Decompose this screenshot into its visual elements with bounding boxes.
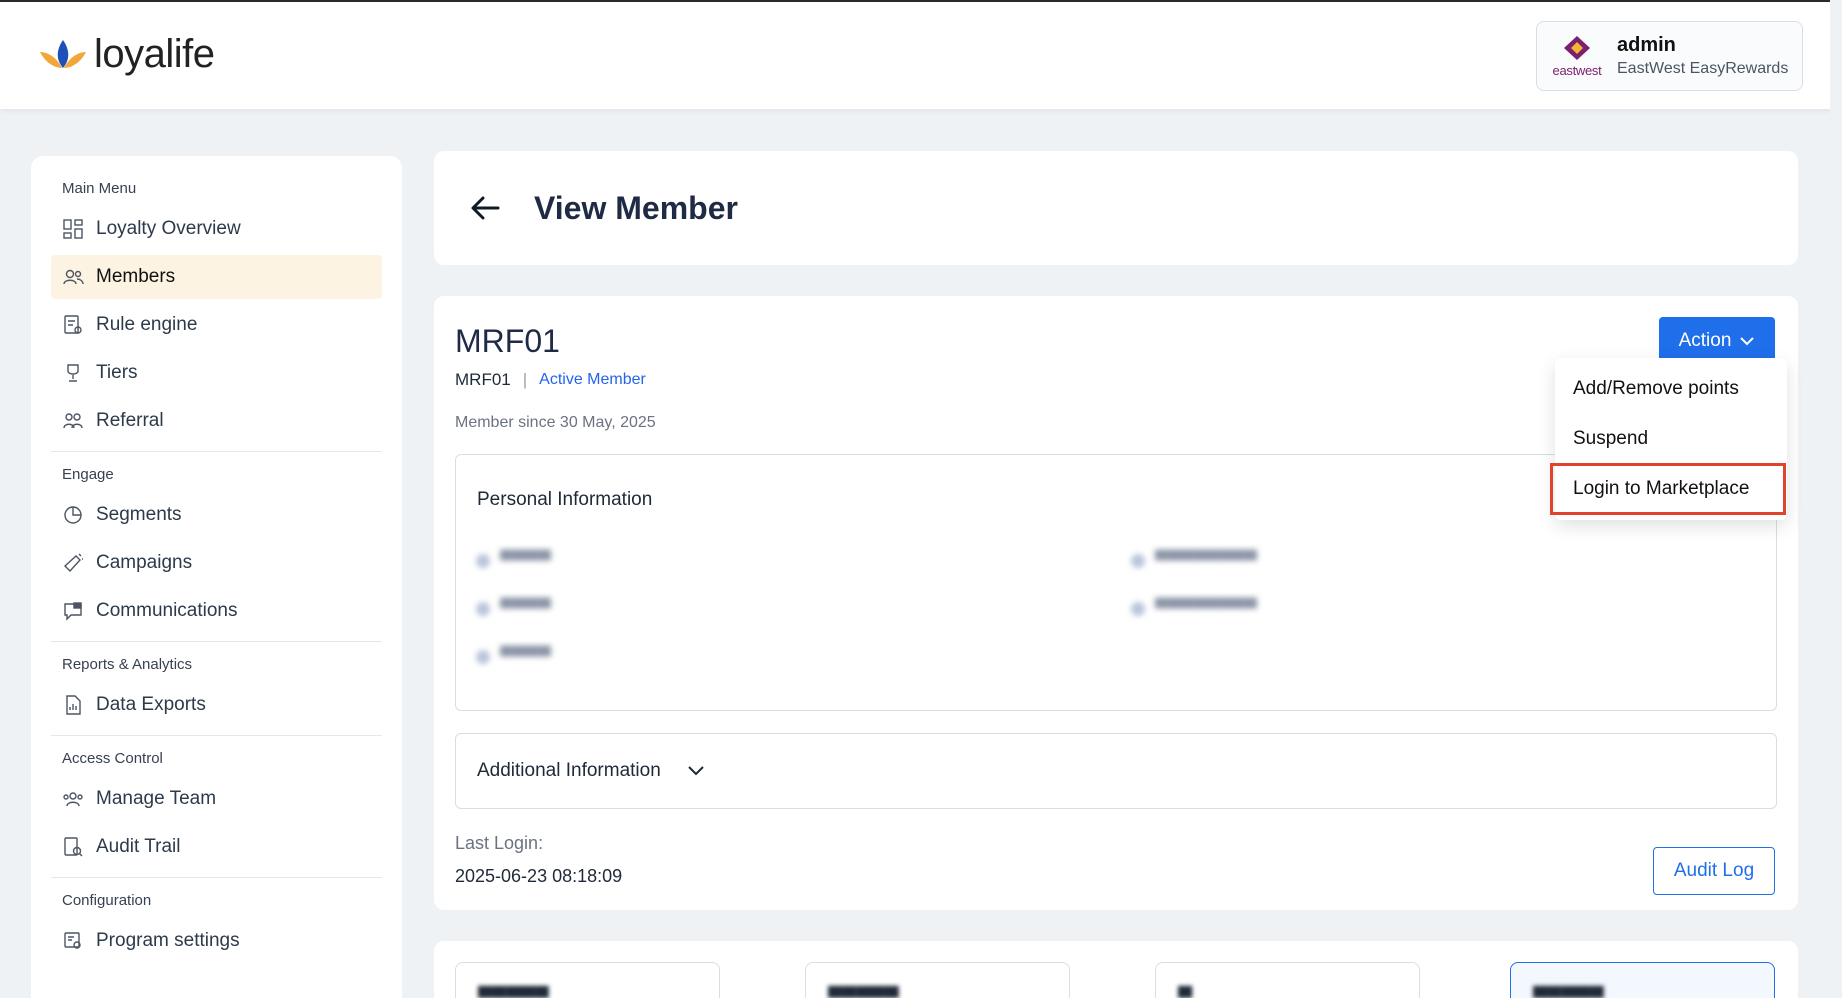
stat-card[interactable]: ▀▀▀▀▀ [455,962,720,998]
status-badge: Active Member [539,371,646,388]
page-header: View Member [434,151,1798,265]
settings-icon [62,930,84,952]
menu-item-add-remove-points[interactable]: Add/Remove points [1555,364,1787,414]
trophy-icon [62,362,84,384]
loyalife-logo[interactable]: loyalife [38,32,215,77]
audit-trail-icon [62,836,84,858]
sidebar-item-members[interactable]: Members [51,255,382,299]
section-title: Configuration [62,892,152,909]
file-chart-icon [62,694,84,716]
sidebar-item-tiers[interactable]: Tiers [51,351,382,395]
section-title: Engage [62,466,114,483]
sidebar-item-program-settings[interactable]: Program settings [51,919,382,963]
redacted-field: ▀▀▀▀ [476,550,551,571]
divider [51,735,382,736]
divider [51,877,382,878]
team-icon [62,788,84,810]
sidebar-item-label: Referral [96,410,164,431]
main-content: View Member MRF01 MRF01 | Active Member … [434,151,1798,998]
sidebar-item-label: Program settings [96,930,240,951]
sidebar-item-loyalty-overview[interactable]: Loyalty Overview [51,207,382,251]
account-switcher[interactable]: eastwest admin EastWest EasyRewards [1536,21,1803,91]
stats-panel: ▀▀▀▀▀ ▀▀▀▀▀ ▀ ▀▀▀▀▀ [434,941,1798,998]
pie-chart-icon [62,504,84,526]
member-card: MRF01 MRF01 | Active Member Member since… [434,296,1798,910]
menu-item-suspend[interactable]: Suspend [1555,414,1787,464]
sidebar-item-label: Manage Team [96,788,217,809]
referral-icon [62,410,84,432]
additional-information-title: Additional Information [477,760,661,781]
sidebar-item-label: Loyalty Overview [96,218,241,239]
sidebar-item-label: Rule engine [96,314,198,335]
sidebar-item-referral[interactable]: Referral [51,399,382,443]
stat-card[interactable]: ▀▀▀▀▀ [805,962,1070,998]
chat-icon [62,600,84,622]
sidebar-item-label: Campaigns [96,552,193,573]
logo-text: loyalife [94,32,215,76]
divider [51,451,382,452]
stat-card[interactable]: ▀ [1155,962,1420,998]
eastwest-logo: eastwest [1549,32,1605,80]
scrollbar[interactable] [1830,0,1842,998]
redacted-field: ▀▀▀▀▀▀▀▀ [1131,550,1257,571]
sidebar-item-rule-engine[interactable]: Rule engine [51,303,382,347]
megaphone-icon [62,552,84,574]
separator: | [522,370,528,389]
dashboard-icon [62,218,84,240]
sidebar-item-communications[interactable]: Communications [51,589,382,633]
sidebar-item-manage-team[interactable]: Manage Team [51,777,382,821]
top-bar: loyalife eastwest admin EastWest EasyRew… [0,0,1842,109]
account-name: admin [1617,34,1676,56]
action-dropdown-menu: Add/Remove points Suspend Login to Marke… [1550,358,1787,520]
lotus-icon [40,39,86,68]
section-title: Main Menu [62,180,137,197]
stat-card[interactable]: ▀▀▀▀▀ [1510,962,1775,998]
sidebar-item-label: Members [96,266,176,287]
redacted-field: ▀▀▀▀ [476,598,551,619]
member-id-heading: MRF01 [455,323,560,359]
redacted-field: ▀▀▀▀ [476,646,551,667]
sidebar-item-campaigns[interactable]: Campaigns [51,541,382,585]
diamond-icon [1564,35,1590,60]
section-title: Reports & Analytics [62,656,193,673]
sidebar-item-label: Audit Trail [96,836,181,857]
sidebar-item-data-exports[interactable]: Data Exports [51,683,382,727]
sidebar-item-segments[interactable]: Segments [51,493,382,537]
redacted-field: ▀▀▀▀▀▀▀▀ [1131,598,1257,619]
rule-engine-icon [62,314,84,336]
sidebar-item-audit-trail[interactable]: Audit Trail [51,825,382,869]
members-icon [62,266,84,288]
member-id: MRF01 [455,370,511,389]
additional-information-toggle[interactable]: Additional Information [455,733,1777,809]
sidebar-item-label: Communications [96,600,238,621]
sidebar-item-label: Segments [96,504,182,525]
sidebar-item-label: Tiers [96,362,138,383]
section-title: Access Control [62,750,163,767]
back-arrow-icon[interactable] [468,191,502,225]
sidebar: Main Menu Loyalty Overview Members Rule … [31,156,402,998]
divider [51,641,382,642]
page-title: View Member [534,189,738,226]
last-login-label: Last Login: [455,833,544,853]
chevron-down-icon [688,766,704,776]
menu-item-login-to-marketplace[interactable]: Login to Marketplace [1550,463,1786,515]
audit-log-button[interactable]: Audit Log [1653,847,1775,895]
account-org: EastWest EasyRewards [1617,60,1789,77]
sidebar-item-label: Data Exports [96,694,206,715]
chevron-down-icon [1740,337,1755,346]
last-login-value: 2025-06-23 08:18:09 [455,866,623,886]
